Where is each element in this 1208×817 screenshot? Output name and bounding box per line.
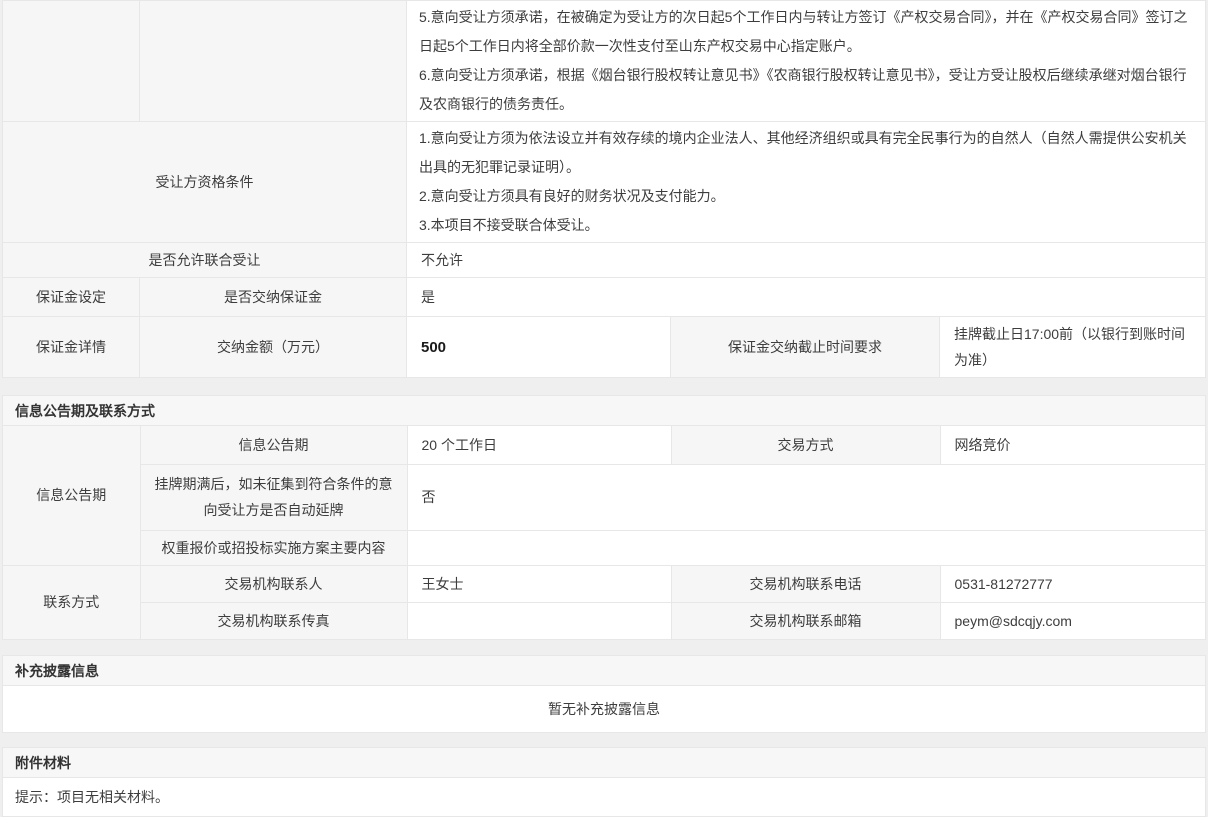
trade-mode-value: 网络竞价 [940,426,1205,464]
deposit-pay-label: 是否交纳保证金 [140,278,407,317]
deposit-group-label: 保证金设定 [3,278,140,317]
qualification-item-2: 2.意向受让方须具有良好的财务状况及支付能力。 [419,182,1191,211]
project-detail-page: 5.意向受让方须承诺，在被确定为受让方的次日起5个工作日内与转让方签订《产权交易… [0,0,1208,817]
empty-label-cell [140,1,407,122]
auto-extension-label: 挂牌期满后，如未征集到符合条件的意向受让方是否自动延牌 [140,464,407,530]
contact-fax-label: 交易机构联系传真 [140,602,407,639]
period-group-label: 信息公告期 [3,426,140,565]
deposit-pay-value: 是 [407,278,1206,317]
contact-person-value: 王女士 [407,565,671,602]
supplementary-disclosure-section: 补充披露信息 暂无补充披露信息 [2,655,1206,733]
table-row: 挂牌期满后，如未征集到符合条件的意向受让方是否自动延牌 否 [3,464,1205,530]
table-row: 权重报价或招投标实施方案主要内容 [3,530,1205,565]
table-row: 保证金详情 交纳金额（万元） 500 保证金交纳截止时间要求 挂牌截止日17:0… [3,317,1206,378]
contact-group-label: 联系方式 [3,565,140,639]
announcement-contact-table: 信息公告期 信息公告期 20 个工作日 交易方式 网络竞价 挂牌期满后，如未征集… [3,426,1205,639]
table-row: 受让方资格条件 1.意向受让方须为依法设立并有效存续的境内企业法人、其他经济组织… [3,122,1206,243]
attachments-section: 附件材料 提示：项目无相关材料。 [2,747,1206,817]
period-value: 20 个工作日 [407,426,671,464]
joint-transfer-label: 是否允许联合受让 [3,243,407,278]
contact-phone-value: 0531-81272777 [940,565,1205,602]
joint-transfer-value: 不允许 [407,243,1206,278]
transfer-term-item-5: 5.意向受让方须承诺，在被确定为受让方的次日起5个工作日内与转让方签订《产权交易… [419,3,1191,61]
attachments-empty-note: 提示：项目无相关材料。 [3,778,1205,816]
transfer-terms-continuation-cell: 5.意向受让方须承诺，在被确定为受让方的次日起5个工作日内与转让方签订《产权交易… [407,1,1206,122]
qualification-content-cell: 1.意向受让方须为依法设立并有效存续的境内企业法人、其他经济组织或具有完全民事行… [407,122,1206,243]
qualification-item-3: 3.本项目不接受联合体受让。 [419,211,1191,240]
deposit-deadline-label: 保证金交纳截止时间要求 [671,317,940,378]
bidding-plan-label: 权重报价或招投标实施方案主要内容 [140,530,407,565]
table-row: 是否允许联合受让 不允许 [3,243,1206,278]
auto-extension-value: 否 [407,464,1205,530]
deposit-amount-value: 500 [407,317,671,378]
table-row: 保证金设定 是否交纳保证金 是 [3,278,1206,317]
transfer-term-item-6: 6.意向受让方须承诺，根据《烟台银行股权转让意见书》《农商银行股权转让意见书》，… [419,61,1191,119]
announcement-section-title: 信息公告期及联系方式 [3,396,1205,426]
deposit-amount-label: 交纳金额（万元） [140,317,407,378]
empty-group-cell [3,1,140,122]
contact-email-value: peym@sdcqjy.com [940,602,1205,639]
deposit-detail-group-label: 保证金详情 [3,317,140,378]
supplementary-section-title: 补充披露信息 [3,656,1205,686]
contact-person-label: 交易机构联系人 [140,565,407,602]
period-label: 信息公告期 [140,426,407,464]
transfer-conditions-table: 5.意向受让方须承诺，在被确定为受让方的次日起5个工作日内与转让方签订《产权交易… [2,0,1206,378]
contact-fax-value [407,602,671,639]
trade-mode-label: 交易方式 [671,426,940,464]
supplementary-empty-note: 暂无补充披露信息 [3,686,1205,732]
attachments-section-title: 附件材料 [3,748,1205,778]
announcement-contact-section: 信息公告期及联系方式 信息公告期 信息公告期 20 个工作日 交易方式 网络竞价… [2,395,1206,640]
table-row: 5.意向受让方须承诺，在被确定为受让方的次日起5个工作日内与转让方签订《产权交易… [3,1,1206,122]
deposit-deadline-value: 挂牌截止日17:00前（以银行到账时间为准） [940,317,1206,378]
qualification-label: 受让方资格条件 [3,122,407,243]
contact-email-label: 交易机构联系邮箱 [671,602,940,639]
table-row: 联系方式 交易机构联系人 王女士 交易机构联系电话 0531-81272777 [3,565,1205,602]
table-row: 信息公告期 信息公告期 20 个工作日 交易方式 网络竞价 [3,426,1205,464]
bidding-plan-value [407,530,1205,565]
deposit-amount-number: 500 [421,339,446,356]
contact-phone-label: 交易机构联系电话 [671,565,940,602]
table-row: 交易机构联系传真 交易机构联系邮箱 peym@sdcqjy.com [3,602,1205,639]
qualification-item-1: 1.意向受让方须为依法设立并有效存续的境内企业法人、其他经济组织或具有完全民事行… [419,124,1191,182]
